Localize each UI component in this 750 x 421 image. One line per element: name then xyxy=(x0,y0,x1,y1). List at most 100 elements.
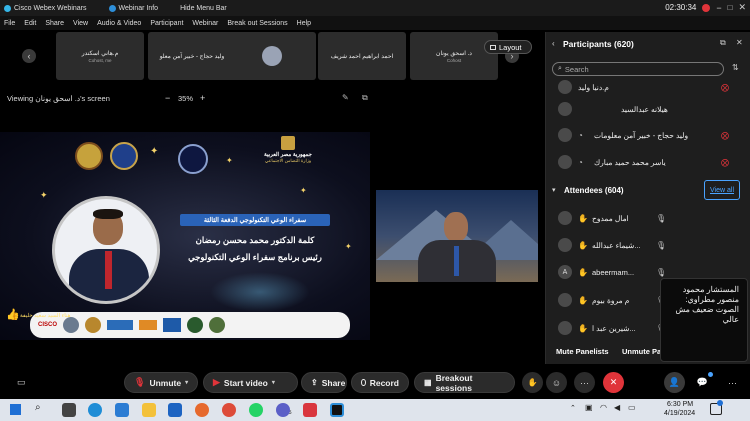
sparkle-icon: ✦ xyxy=(150,146,159,157)
chat-message: المستشار محمود منصور مطراوي: الصوت ضعيف … xyxy=(675,285,739,324)
start-video-button[interactable]: ▶ Start video ▾ xyxy=(203,372,298,393)
close-panel-icon[interactable]: ✕ xyxy=(736,38,743,47)
view-all-button[interactable]: View all xyxy=(704,180,740,200)
partner-logo-strip: CISCO xyxy=(30,312,350,338)
firefox-icon[interactable] xyxy=(195,403,209,417)
menu-participant[interactable]: Participant xyxy=(150,20,183,27)
speaker-video[interactable] xyxy=(376,190,538,282)
edge-icon[interactable] xyxy=(88,403,102,417)
layout-button[interactable]: Layout xyxy=(484,40,532,54)
menu-file[interactable]: File xyxy=(4,20,15,27)
speaker-tie xyxy=(454,246,459,276)
person-icon: 👤 xyxy=(668,377,681,387)
avatar xyxy=(558,211,572,225)
wifi-icon[interactable]: ◠ xyxy=(600,403,607,412)
menu-breakout[interactable]: Break out Sessions xyxy=(227,20,287,27)
search-icon[interactable]: ⌕ xyxy=(35,402,41,413)
muted-mic-icon[interactable]: ⨂ xyxy=(721,158,729,167)
participant-row[interactable]: م.دنيا وليد ⨂ xyxy=(546,76,750,98)
participant-row[interactable]: ◔ ياسر محمد حميد مبارك ⨂ xyxy=(546,151,750,173)
webex-info-icon xyxy=(108,4,116,12)
muted-mic-icon[interactable]: ⨂ xyxy=(721,131,729,140)
anydesk-icon[interactable] xyxy=(303,403,317,417)
raise-hand-button[interactable]: ✋ xyxy=(522,372,543,393)
unmute-panelists-button[interactable]: Unmute Pa xyxy=(622,347,661,356)
record-button[interactable]: Record xyxy=(351,372,409,393)
meeting-controls: ▭ 🎙 Unmute ▾ ▶ Start video ▾ ⇪ Share Rec… xyxy=(0,368,750,398)
mic-icon[interactable]: 🎙 xyxy=(656,214,666,223)
participant-row[interactable]: هيلانه عبدالسيد xyxy=(546,98,750,120)
start-menu-icon[interactable] xyxy=(10,404,21,415)
language-icon[interactable]: ▭ xyxy=(628,403,636,412)
search-input[interactable]: ⌕ Search xyxy=(552,62,724,76)
mic-icon[interactable]: 🎙 xyxy=(656,241,666,250)
end-meeting-button[interactable]: ✕ xyxy=(603,372,624,393)
zoom-in-button[interactable]: + xyxy=(200,93,205,103)
reactions-button[interactable]: ☺ xyxy=(546,372,567,393)
popout-panel-icon[interactable]: ⧉ xyxy=(720,38,726,48)
breakout-sessions-button[interactable]: ▦ Breakout sessions xyxy=(414,372,515,393)
participants-button[interactable]: 👤 xyxy=(664,372,685,393)
tray-chevron-icon[interactable]: ⌃ xyxy=(570,404,576,412)
audio-icon: ◔ xyxy=(578,130,583,140)
slide-headline-1: كلمة الدكتور محمد محسن رمضان xyxy=(195,235,315,245)
video-tile[interactable]: م.هاني اسكندر Cohost, me xyxy=(56,32,144,80)
filmstrip-prev-icon[interactable]: ‹ xyxy=(22,49,36,63)
partner-logo xyxy=(85,317,102,333)
network-icon[interactable]: ▣ xyxy=(585,403,593,412)
chrome-icon[interactable] xyxy=(222,403,236,417)
mail-icon[interactable] xyxy=(168,403,182,417)
participant-name: م.دنيا وليد xyxy=(578,82,609,92)
more-options-button[interactable]: ··· xyxy=(574,372,595,393)
hide-menu-label: Hide Menu Bar xyxy=(180,4,227,12)
video-tile[interactable] xyxy=(228,32,316,80)
smile-icon: ☺ xyxy=(551,377,562,388)
muted-mic-icon[interactable]: ⨂ xyxy=(721,83,729,92)
sort-icon[interactable]: ⇅ xyxy=(732,63,739,72)
mute-panelists-button[interactable]: Mute Panelists xyxy=(556,347,609,356)
share-button[interactable]: ⇪ Share xyxy=(301,372,347,393)
annotate-icon[interactable]: ✎ xyxy=(342,93,349,102)
close-icon[interactable]: ✕ xyxy=(738,2,746,13)
collapse-icon[interactable]: ▾ xyxy=(552,186,556,194)
popout-icon[interactable]: ⧉ xyxy=(362,93,368,103)
whatsapp-icon[interactable] xyxy=(249,403,263,417)
chat-icon: 💬 xyxy=(696,377,709,387)
store-icon[interactable] xyxy=(115,403,129,417)
video-tile[interactable]: وليد حجاج - خبير آمن معلو xyxy=(148,32,236,80)
menu-help[interactable]: Help xyxy=(297,20,311,27)
clock-date[interactable]: 4/19/2024 xyxy=(664,410,695,417)
avatar xyxy=(558,321,572,335)
minimize-icon[interactable]: − xyxy=(716,3,721,13)
menu-view[interactable]: View xyxy=(73,20,88,27)
volume-icon[interactable]: ◀ xyxy=(614,403,620,412)
app-title-tab[interactable]: Cisco Webex Webinars xyxy=(4,4,87,12)
unmute-button[interactable]: 🎙 Unmute ▾ xyxy=(124,372,198,393)
menu-audio-video[interactable]: Audio & Video xyxy=(97,20,141,27)
mic-icon[interactable]: 🎙 xyxy=(656,268,666,277)
more-panels-button[interactable]: ··· xyxy=(722,372,743,393)
ellipsis-icon: ··· xyxy=(728,377,737,388)
menu-webinar[interactable]: Webinar xyxy=(192,20,218,27)
webex-taskbar-icon[interactable] xyxy=(330,403,344,417)
menu-edit[interactable]: Edit xyxy=(24,20,36,27)
participant-row[interactable]: ◔ وليد حجاج - خبير آمن معلومات ⨂ xyxy=(546,124,750,146)
webinar-info-tab[interactable]: Webinar Info xyxy=(108,4,158,12)
video-tile[interactable]: د. اسحق يونان Cohost xyxy=(410,32,498,80)
attendee-row[interactable]: ✋ امال ممدوح 🎙 xyxy=(546,207,750,229)
task-view-icon[interactable] xyxy=(62,403,76,417)
attendee-row[interactable]: ✋ شيماء عبدالله... 🎙 xyxy=(546,234,750,256)
clock-time[interactable]: 6:30 PM xyxy=(667,401,693,408)
video-tile[interactable]: احمد ابراهيم احمد شريف xyxy=(318,32,406,80)
teams-icon[interactable] xyxy=(276,403,290,417)
partner-logo xyxy=(139,320,158,330)
eagle-icon xyxy=(281,136,295,150)
video-off-icon: ▶ xyxy=(213,377,220,387)
chat-notification[interactable]: المستشار محمود منصور مطراوي: الصوت ضعيف … xyxy=(660,278,748,362)
captions-icon[interactable]: ▭ xyxy=(17,377,26,388)
maximize-icon[interactable]: □ xyxy=(728,3,733,12)
explorer-icon[interactable] xyxy=(142,403,156,417)
zoom-out-button[interactable]: − xyxy=(165,93,170,103)
menu-share[interactable]: Share xyxy=(45,20,64,27)
hide-menu-bar-button[interactable]: Hide Menu Bar xyxy=(180,5,227,12)
